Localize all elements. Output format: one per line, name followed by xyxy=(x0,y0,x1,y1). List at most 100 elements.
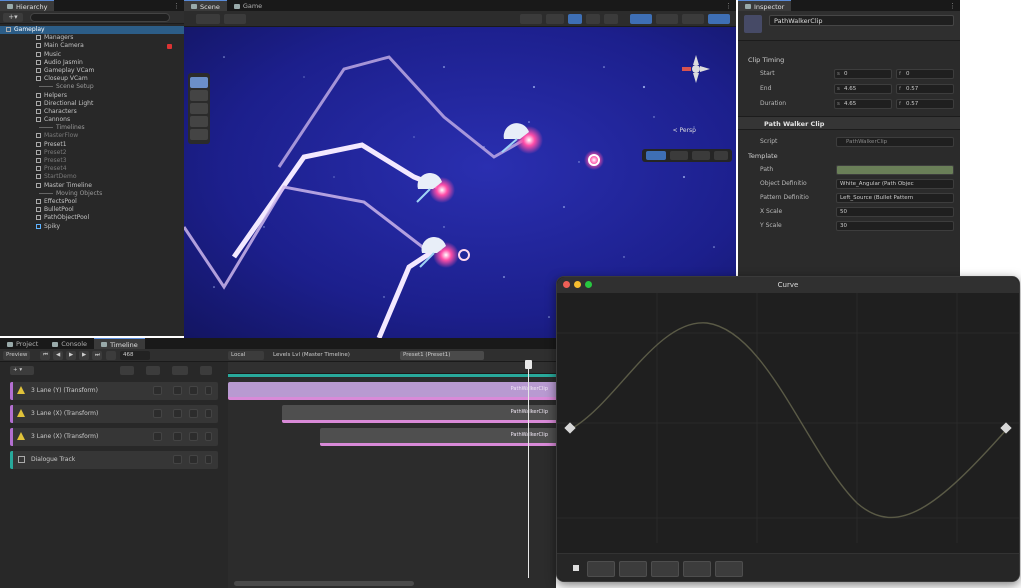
gizmos-dropdown[interactable] xyxy=(708,14,730,24)
camera-settings-button[interactable] xyxy=(682,14,704,24)
2d-toggle-button[interactable] xyxy=(568,14,582,24)
track-mute-button[interactable] xyxy=(189,409,198,418)
track-header[interactable]: 3 Lane (X) (Transform) xyxy=(10,405,218,423)
hierarchy-item[interactable]: Preset3 xyxy=(0,157,184,165)
next-frame-button[interactable]: ▶ xyxy=(79,351,89,360)
overlay-dropdown[interactable] xyxy=(520,14,542,24)
local-dropdown[interactable]: Local xyxy=(228,351,264,360)
loop-button[interactable] xyxy=(106,351,116,360)
maximize-window-button[interactable] xyxy=(585,281,592,288)
timeline-scrollbar[interactable] xyxy=(234,581,414,586)
path-walker-clip-header[interactable]: Path Walker Clip xyxy=(738,116,960,130)
preview-button[interactable]: Preview xyxy=(3,351,31,360)
hidden-objects-toggle[interactable] xyxy=(656,14,678,24)
overlay-increment-button[interactable] xyxy=(692,151,710,160)
hierarchy-item[interactable]: Audio Jasmin xyxy=(0,59,184,67)
more-options-icon[interactable]: ⋮ xyxy=(173,2,180,10)
curve-window-titlebar[interactable]: Curve xyxy=(557,277,1019,293)
hierarchy-item[interactable]: Cannons xyxy=(0,116,184,124)
curve-editor-canvas[interactable] xyxy=(557,293,1019,553)
gizmo-toggle[interactable] xyxy=(546,14,564,24)
object-name-field[interactable]: PathWalkerClip xyxy=(769,15,954,26)
rotate-tool-button[interactable] xyxy=(190,103,208,114)
timing-frames-field[interactable]: f 0.57 xyxy=(896,84,954,94)
template-value-field[interactable] xyxy=(836,165,954,175)
timing-frames-field[interactable]: f0 xyxy=(896,69,954,79)
draw-mode-dropdown[interactable] xyxy=(196,14,220,24)
hierarchy-item[interactable]: PathObjectPool xyxy=(0,214,184,222)
prev-frame-button[interactable]: ◀ xyxy=(53,351,63,360)
preset-ease-out[interactable] xyxy=(715,561,743,577)
track-options-button[interactable] xyxy=(205,455,212,464)
hierarchy-item[interactable]: Preset4 xyxy=(0,165,184,173)
timeline-clip[interactable]: PathWalkerClip xyxy=(228,382,556,400)
track-lock-button[interactable] xyxy=(173,432,182,441)
frame-input[interactable]: 468 xyxy=(120,351,150,360)
timing-seconds-field[interactable]: s 4.65 xyxy=(834,99,892,109)
add-object-button[interactable]: +▾ xyxy=(3,13,23,22)
perspective-label[interactable]: < Persp xyxy=(673,127,696,134)
hierarchy-item[interactable]: Main Camera xyxy=(0,42,184,50)
hierarchy-item[interactable]: Master Timeline xyxy=(0,182,184,190)
hierarchy-item[interactable]: StartDemo xyxy=(0,173,184,181)
curve-key-end[interactable] xyxy=(1000,422,1012,434)
audio-toggle[interactable] xyxy=(604,14,618,24)
timeline-clip[interactable]: PathWalkerClip xyxy=(320,428,556,446)
more-options-icon[interactable]: ⋮ xyxy=(949,2,956,10)
hierarchy-item[interactable]: Directional Light xyxy=(0,100,184,108)
tab-game[interactable]: Game xyxy=(227,0,269,11)
preset-linear-down[interactable] xyxy=(651,561,679,577)
track-lock-button[interactable] xyxy=(173,455,182,464)
track-header[interactable]: 3 Lane (X) (Transform) xyxy=(10,428,218,446)
rect-tool-button[interactable] xyxy=(190,129,208,140)
preset-linear-up[interactable] xyxy=(619,561,647,577)
move-tool-button[interactable] xyxy=(190,90,208,101)
play-button[interactable]: ▶ xyxy=(66,351,76,360)
go-last-frame-button[interactable]: ⏭ xyxy=(92,351,102,360)
preset-ease-in[interactable] xyxy=(683,561,711,577)
track-lock-button[interactable] xyxy=(173,409,182,418)
track-bind-button[interactable] xyxy=(153,386,162,395)
overlay-more-button[interactable] xyxy=(714,151,728,160)
template-value-field[interactable]: Left_Source (Bullet Pattern xyxy=(836,193,954,203)
hierarchy-item[interactable]: Characters xyxy=(0,108,184,116)
hierarchy-item[interactable]: Preset1 xyxy=(0,141,184,149)
tab-inspector[interactable]: Inspector xyxy=(738,0,792,11)
close-window-button[interactable] xyxy=(563,281,570,288)
template-value-field[interactable]: 30 xyxy=(836,221,954,231)
hierarchy-item[interactable]: Moving Objects xyxy=(0,190,184,198)
track-options-button[interactable] xyxy=(205,432,212,441)
hierarchy-item[interactable]: Helpers xyxy=(0,92,184,100)
lock-button[interactable] xyxy=(200,366,212,375)
hierarchy-item[interactable]: Scene Setup xyxy=(0,83,184,91)
overlay-grid-button[interactable] xyxy=(670,151,688,160)
track-header[interactable]: 3 Lane (Y) (Transform) xyxy=(10,382,218,400)
minimize-window-button[interactable] xyxy=(574,281,581,288)
tab-project[interactable]: Project xyxy=(0,338,45,349)
tab-timeline[interactable]: Timeline xyxy=(94,338,145,349)
template-header[interactable]: Template xyxy=(738,152,960,160)
presets-menu-icon[interactable] xyxy=(573,565,579,571)
render-mode-dropdown[interactable] xyxy=(224,14,246,24)
track-bind-button[interactable] xyxy=(153,432,162,441)
hierarchy-item[interactable]: Managers xyxy=(0,34,184,42)
timing-frames-field[interactable]: f 0.57 xyxy=(896,99,954,109)
track-options-button[interactable] xyxy=(205,409,212,418)
go-first-frame-button[interactable]: ⏮ xyxy=(40,351,50,360)
hierarchy-item[interactable]: MasterFlow xyxy=(0,132,184,140)
track-options-button[interactable] xyxy=(205,386,212,395)
curves-button[interactable] xyxy=(172,366,188,375)
tab-hierarchy[interactable]: Hierarchy xyxy=(0,0,55,11)
track-filter-button[interactable] xyxy=(120,366,134,375)
clip-timing-header[interactable]: Clip Timing xyxy=(738,56,960,64)
track-mute-button[interactable] xyxy=(189,432,198,441)
scale-tool-button[interactable] xyxy=(190,116,208,127)
hierarchy-item[interactable]: EffectsPool xyxy=(0,198,184,206)
hierarchy-item[interactable]: Gameplay VCam xyxy=(0,67,184,75)
playhead-handle[interactable] xyxy=(525,360,532,369)
preset-constant[interactable] xyxy=(587,561,615,577)
track-header[interactable]: Dialogue Track xyxy=(10,451,218,469)
track-bind-button[interactable] xyxy=(153,409,162,418)
overlay-snap-button[interactable] xyxy=(646,151,666,160)
hierarchy-item[interactable]: BulletPool xyxy=(0,206,184,214)
